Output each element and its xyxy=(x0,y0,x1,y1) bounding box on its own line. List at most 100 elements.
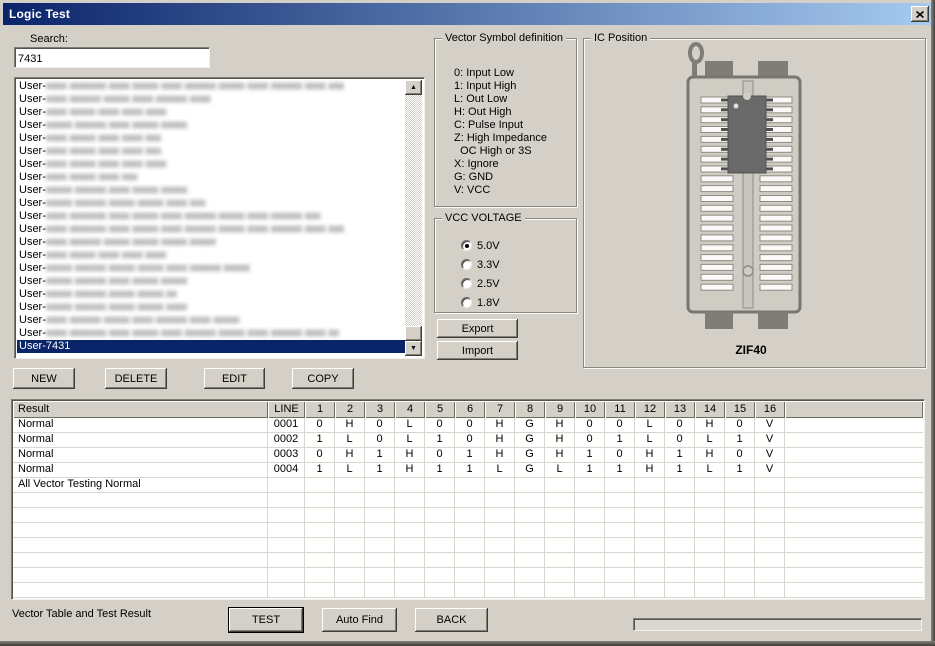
cell-pin: V xyxy=(755,448,785,463)
search-input[interactable] xyxy=(14,47,210,68)
table-row[interactable]: Normal00041L1H11LGL11H1L1V xyxy=(13,463,923,478)
list-item[interactable]: User-xxxx xxxxxx xxxxx xxxx xxxxxx xxxx xyxy=(17,93,405,106)
table-row[interactable]: Normal00010H0L00HGH00L0H0V xyxy=(13,418,923,433)
list-item[interactable]: User-xxxxx xxxxxx xxxx xxxxx xxxxx xyxy=(17,275,405,288)
auto-find-button[interactable]: Auto Find xyxy=(322,608,397,632)
titlebar[interactable]: Logic Test xyxy=(3,3,932,25)
device-listbox[interactable]: User-xxxx xxxxxxx xxxx xxxxx xxxx xxxxxx… xyxy=(14,77,425,359)
cell-pin: H xyxy=(635,448,665,463)
radio-icon[interactable] xyxy=(461,297,472,308)
radio-icon[interactable] xyxy=(461,240,472,251)
list-item-prefix: User- xyxy=(19,132,46,144)
cell-pin: L xyxy=(485,463,515,478)
table-row-summary[interactable]: All Vector Testing Normal xyxy=(13,478,923,493)
cell-pin: H xyxy=(485,433,515,448)
column-header-pin[interactable]: 2 xyxy=(335,401,365,418)
cell-pin xyxy=(635,553,665,568)
list-item[interactable]: User-xxxx xxxxxxx xxxx xxxxx xxxx xxxxxx… xyxy=(17,210,405,223)
cell-pin xyxy=(515,568,545,583)
new-button[interactable]: NEW xyxy=(13,368,75,389)
column-header-pin[interactable]: 12 xyxy=(635,401,665,418)
cell-pin xyxy=(725,478,755,493)
scrollbar-down-button[interactable]: ▼ xyxy=(405,341,422,356)
import-button[interactable]: Import xyxy=(437,341,518,360)
list-item[interactable]: User-xxxxx xxxxxx xxxxx xxxxx xxxx xxxxx… xyxy=(17,262,405,275)
list-item-masked-text: xxxx xxxxxxx xxxx xxxxx xxxx xxxxxx xxxx… xyxy=(46,223,344,235)
column-header-pin[interactable]: 11 xyxy=(605,401,635,418)
column-header-pin[interactable]: 6 xyxy=(455,401,485,418)
vcc-option[interactable]: 1.8V xyxy=(461,293,500,312)
list-item[interactable]: User-xxxx xxxxxxx xxxx xxxxx xxxx xxxxxx… xyxy=(17,80,405,93)
column-header-pin[interactable]: 15 xyxy=(725,401,755,418)
table-row-empty[interactable] xyxy=(13,508,923,523)
table-row-empty[interactable] xyxy=(13,568,923,583)
list-item[interactable]: User-xxxx xxxxx xxxx xxxx xxxx xyxy=(17,106,405,119)
vcc-option[interactable]: 2.5V xyxy=(461,274,500,293)
close-button[interactable] xyxy=(911,6,929,22)
list-item[interactable]: User-xxxx xxxxxxx xxxx xxxxx xxxx xxxxxx… xyxy=(17,327,405,340)
delete-button[interactable]: DELETE xyxy=(105,368,167,389)
list-item[interactable]: User-xxxx xxxxx xxxx xxxx xxxx xyxy=(17,249,405,262)
column-header-result[interactable]: Result xyxy=(13,401,268,418)
column-header-pin[interactable]: 7 xyxy=(485,401,515,418)
list-item[interactable]: User-xxxx xxxxxxx xxxx xxxxx xxxx xxxxxx… xyxy=(17,223,405,236)
list-item[interactable]: User-xxxxx xxxxxx xxxx xxxxx xxxxx xyxy=(17,184,405,197)
column-header-pin[interactable]: 16 xyxy=(755,401,785,418)
cell-pin xyxy=(305,568,335,583)
table-row-empty[interactable] xyxy=(13,583,923,598)
cell-pin xyxy=(665,553,695,568)
cell-pin xyxy=(335,478,365,493)
list-scrollbar[interactable]: ▲ ▼ xyxy=(405,80,422,356)
cell-pin xyxy=(665,523,695,538)
column-header-pin[interactable]: 9 xyxy=(545,401,575,418)
list-item[interactable]: User-xxxxx xxxxxx xxxxx xxxxx xxxx xyxy=(17,301,405,314)
column-header-pin[interactable]: 10 xyxy=(575,401,605,418)
copy-button[interactable]: COPY xyxy=(292,368,354,389)
column-header-pin[interactable]: 4 xyxy=(395,401,425,418)
table-row-empty[interactable] xyxy=(13,493,923,508)
list-item[interactable]: User-xxxx xxxxx xxxx xxx xyxy=(17,171,405,184)
column-header-line[interactable]: LINE xyxy=(268,401,305,418)
column-header-pin[interactable]: 3 xyxy=(365,401,395,418)
table-row[interactable]: Normal00021L0L10HGH01L0L1V xyxy=(13,433,923,448)
column-header-pin[interactable]: 8 xyxy=(515,401,545,418)
export-button[interactable]: Export xyxy=(437,319,518,338)
radio-icon[interactable] xyxy=(461,259,472,270)
column-header-pin[interactable]: 5 xyxy=(425,401,455,418)
cell-pin xyxy=(695,583,725,598)
cell-result: Normal xyxy=(13,418,268,433)
cell-filler xyxy=(785,463,923,478)
scrollbar-up-button[interactable]: ▲ xyxy=(405,80,422,95)
column-header-pin[interactable]: 1 xyxy=(305,401,335,418)
cell-pin xyxy=(545,478,575,493)
list-item-prefix: User- xyxy=(19,275,46,287)
table-row-empty[interactable] xyxy=(13,538,923,553)
scrollbar-thumb[interactable] xyxy=(405,326,422,341)
list-item[interactable]: User-xxxxx xxxxxx xxxx xxxxx xxxxx xyxy=(17,119,405,132)
list-item[interactable]: User-xxxx xxxxxx xxxxx xxxxx xxxxx xxxxx xyxy=(17,236,405,249)
table-row[interactable]: Normal00030H1H01HGH10H1H0V xyxy=(13,448,923,463)
cell-pin xyxy=(365,478,395,493)
list-item[interactable]: User-xxxxx xxxxxx xxxxx xxxxx xxxx xxx xyxy=(17,197,405,210)
vcc-option[interactable]: 5.0V xyxy=(461,236,500,255)
cell-pin xyxy=(755,493,785,508)
list-item[interactable]: User-xxxx xxxxx xxxx xxxx xxxx xyxy=(17,158,405,171)
radio-icon[interactable] xyxy=(461,278,472,289)
back-button[interactable]: BACK xyxy=(415,608,488,632)
vcc-option[interactable]: 3.3V xyxy=(461,255,500,274)
test-button[interactable]: TEST xyxy=(228,607,304,633)
list-item[interactable]: User-xxxx xxxxxx xxxxx xxxx xxxxxx xxxx … xyxy=(17,314,405,327)
list-item[interactable]: User-xxxx xxxxx xxxx xxxx xxx xyxy=(17,145,405,158)
vcc-option-label: 3.3V xyxy=(472,259,500,271)
list-item[interactable]: User-xxxx xxxxx xxxx xxxx xxx xyxy=(17,132,405,145)
list-item-selected[interactable]: User-7431 xyxy=(17,340,405,353)
table-row-empty[interactable] xyxy=(13,553,923,568)
table-row-empty[interactable] xyxy=(13,523,923,538)
edit-button[interactable]: EDIT xyxy=(204,368,265,389)
cell-pin xyxy=(305,523,335,538)
column-header-pin[interactable]: 14 xyxy=(695,401,725,418)
cell-pin: 0 xyxy=(305,418,335,433)
column-header-pin[interactable]: 13 xyxy=(665,401,695,418)
list-item[interactable]: User-xxxxx xxxxxx xxxxx xxxxx xx xyxy=(17,288,405,301)
cell-pin: 0 xyxy=(605,448,635,463)
